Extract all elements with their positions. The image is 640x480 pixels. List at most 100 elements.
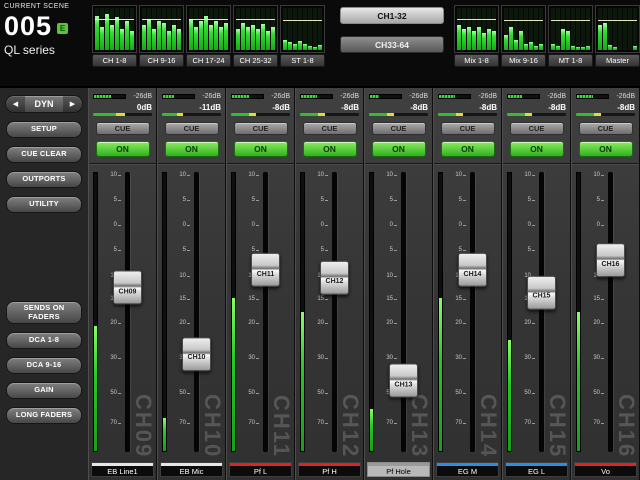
peak-hold-indicator (283, 20, 322, 21)
sidebar-button-long-faders[interactable]: LONG FADERS (6, 407, 82, 424)
channel-input-meter (507, 94, 540, 99)
meter-block (92, 5, 137, 53)
level-meter-bar (172, 8, 176, 50)
cue-button[interactable]: CUE (510, 122, 564, 135)
fader-knob-label: CH13 (395, 381, 413, 388)
sidebar-button-outports[interactable]: OUTPORTS (6, 171, 82, 188)
fader-knob[interactable]: CH09 (113, 270, 142, 304)
level-meter-bar (100, 8, 104, 50)
channel-name-label[interactable]: Vo (574, 462, 637, 477)
meter-bridge-right: Mix 1-8Mix 9-16MT 1-8Master (454, 5, 640, 67)
level-meter-bar (110, 8, 114, 50)
level-meter-bar (504, 8, 508, 50)
on-button[interactable]: ON (303, 141, 357, 157)
dyn-next-arrow-icon[interactable]: ▶ (63, 96, 82, 112)
sidebar-button-utility[interactable]: UTILITY (6, 196, 82, 213)
meter-block (501, 5, 546, 53)
channel-color-stripe (230, 463, 291, 466)
level-meter-bar (298, 8, 302, 50)
meter-group-ch-25-32: CH 25-32 (233, 5, 278, 67)
channel-gain-value: -8dB (576, 103, 635, 112)
on-button[interactable]: ON (372, 141, 426, 157)
dyn-prev-arrow-icon[interactable]: ◀ (6, 96, 25, 112)
meter-group-label: CH 17-24 (186, 54, 231, 67)
on-button[interactable]: ON (96, 141, 150, 157)
cue-button[interactable]: CUE (579, 122, 633, 135)
level-meter-bar (293, 8, 297, 50)
channel-color-stripe (575, 463, 636, 466)
level-meter-bar (271, 8, 275, 50)
sidebar-button-dca-9-16[interactable]: DCA 9-16 (6, 357, 82, 374)
level-meter-bar (261, 8, 265, 50)
level-meter-bar (177, 8, 181, 50)
meter-group-mix-1-8: Mix 1-8 (454, 5, 499, 67)
cue-button[interactable]: CUE (372, 122, 426, 135)
sidebar-button-cue-clear[interactable]: CUE CLEAR (6, 146, 82, 163)
sidebar-button-dca-1-8[interactable]: DCA 1-8 (6, 332, 82, 349)
sidebar-button-setup[interactable]: SETUP (6, 121, 82, 138)
cue-button[interactable]: CUE (96, 122, 150, 135)
fader-knob[interactable]: CH12 (320, 261, 349, 295)
channel-gain-value: -8dB (369, 103, 428, 112)
meter-group-label: CH 25-32 (233, 54, 278, 67)
level-meter-bar (115, 8, 119, 50)
channel-strip-ch12: -26dB-8dBCUEON10505101520305070CH12CH12P… (295, 88, 364, 480)
level-meter-bar (509, 8, 513, 50)
sidebar-button-sends-on-faders[interactable]: SENDS ON FADERS (6, 301, 82, 324)
level-meter-bar (581, 8, 585, 50)
cue-button[interactable]: CUE (303, 122, 357, 135)
on-button[interactable]: ON (510, 141, 564, 157)
on-button[interactable]: ON (441, 141, 495, 157)
fader-zone: 10505101520305070CH12CH12 (296, 163, 363, 460)
fader-zone: 10505101520305070CH10CH10 (158, 163, 225, 460)
channel-name-label[interactable]: EB Mic (160, 462, 223, 477)
channel-gain-bar (162, 113, 221, 116)
mixer-console-screen: CURRENT SCENE 005 E QL series CH 1-8CH 9… (0, 0, 640, 480)
level-meter-bar (514, 8, 518, 50)
fader-knob[interactable]: CH14 (458, 253, 487, 287)
cue-button[interactable]: CUE (234, 122, 288, 135)
channel-gain-value: -8dB (438, 103, 497, 112)
level-meter-bar (608, 8, 612, 50)
bank-button-ch1-32[interactable]: CH1-32 (340, 7, 444, 24)
bank-button-ch33-64[interactable]: CH33-64 (340, 36, 444, 53)
level-meter-bar (613, 8, 617, 50)
level-meter-bar (519, 8, 523, 50)
dyn-label[interactable]: DYN (25, 96, 63, 112)
channel-strip-ch14: -26dB-8dBCUEON10505101520305070CH14CH14E… (433, 88, 502, 480)
on-button[interactable]: ON (165, 141, 219, 157)
meter-group-ch-1-8: CH 1-8 (92, 5, 137, 67)
channel-name-label[interactable]: Pf H (298, 462, 361, 477)
fader-knob-label: CH10 (188, 354, 206, 361)
fader-knob[interactable]: CH16 (596, 243, 625, 277)
cue-button[interactable]: CUE (441, 122, 495, 135)
channel-name-label[interactable]: EB Line1 (91, 462, 154, 477)
channel-color-stripe (161, 463, 222, 466)
channel-gain-bar (231, 113, 290, 116)
cue-button[interactable]: CUE (165, 122, 219, 135)
current-scene-label: CURRENT SCENE (4, 3, 90, 10)
on-button[interactable]: ON (234, 141, 288, 157)
channel-name-label[interactable]: EG M (436, 462, 499, 477)
level-meter-bar (219, 8, 223, 50)
fader-knob[interactable]: CH13 (389, 364, 418, 398)
scene-block[interactable]: CURRENT SCENE 005 E QL series (4, 3, 90, 57)
meter-group-label: Mix 1-8 (454, 54, 499, 67)
level-meter-bar (142, 8, 146, 50)
channel-name-label[interactable]: EG L (505, 462, 568, 477)
fader-knob-label: CH09 (119, 288, 137, 295)
channel-name-label[interactable]: Pf Hole (367, 462, 430, 477)
fader-knob[interactable]: CH10 (182, 337, 211, 371)
fader-knob[interactable]: CH15 (527, 275, 556, 309)
sidebar-bottom-buttons: SENDS ON FADERS DCA 1-8 DCA 9-16 GAIN LONG F… (0, 301, 88, 424)
fader-knob-label: CH15 (533, 293, 551, 300)
on-button[interactable]: ON (579, 141, 633, 157)
level-meter-bar (236, 8, 240, 50)
level-meter-bar (120, 8, 124, 50)
channel-name-text: Vo (601, 467, 610, 476)
channel-name-label[interactable]: Pf L (229, 462, 292, 477)
fader-knob[interactable]: CH11 (251, 253, 280, 287)
level-meter-bar (308, 8, 312, 50)
level-meter-bar (598, 8, 602, 50)
sidebar-button-gain[interactable]: GAIN (6, 382, 82, 399)
